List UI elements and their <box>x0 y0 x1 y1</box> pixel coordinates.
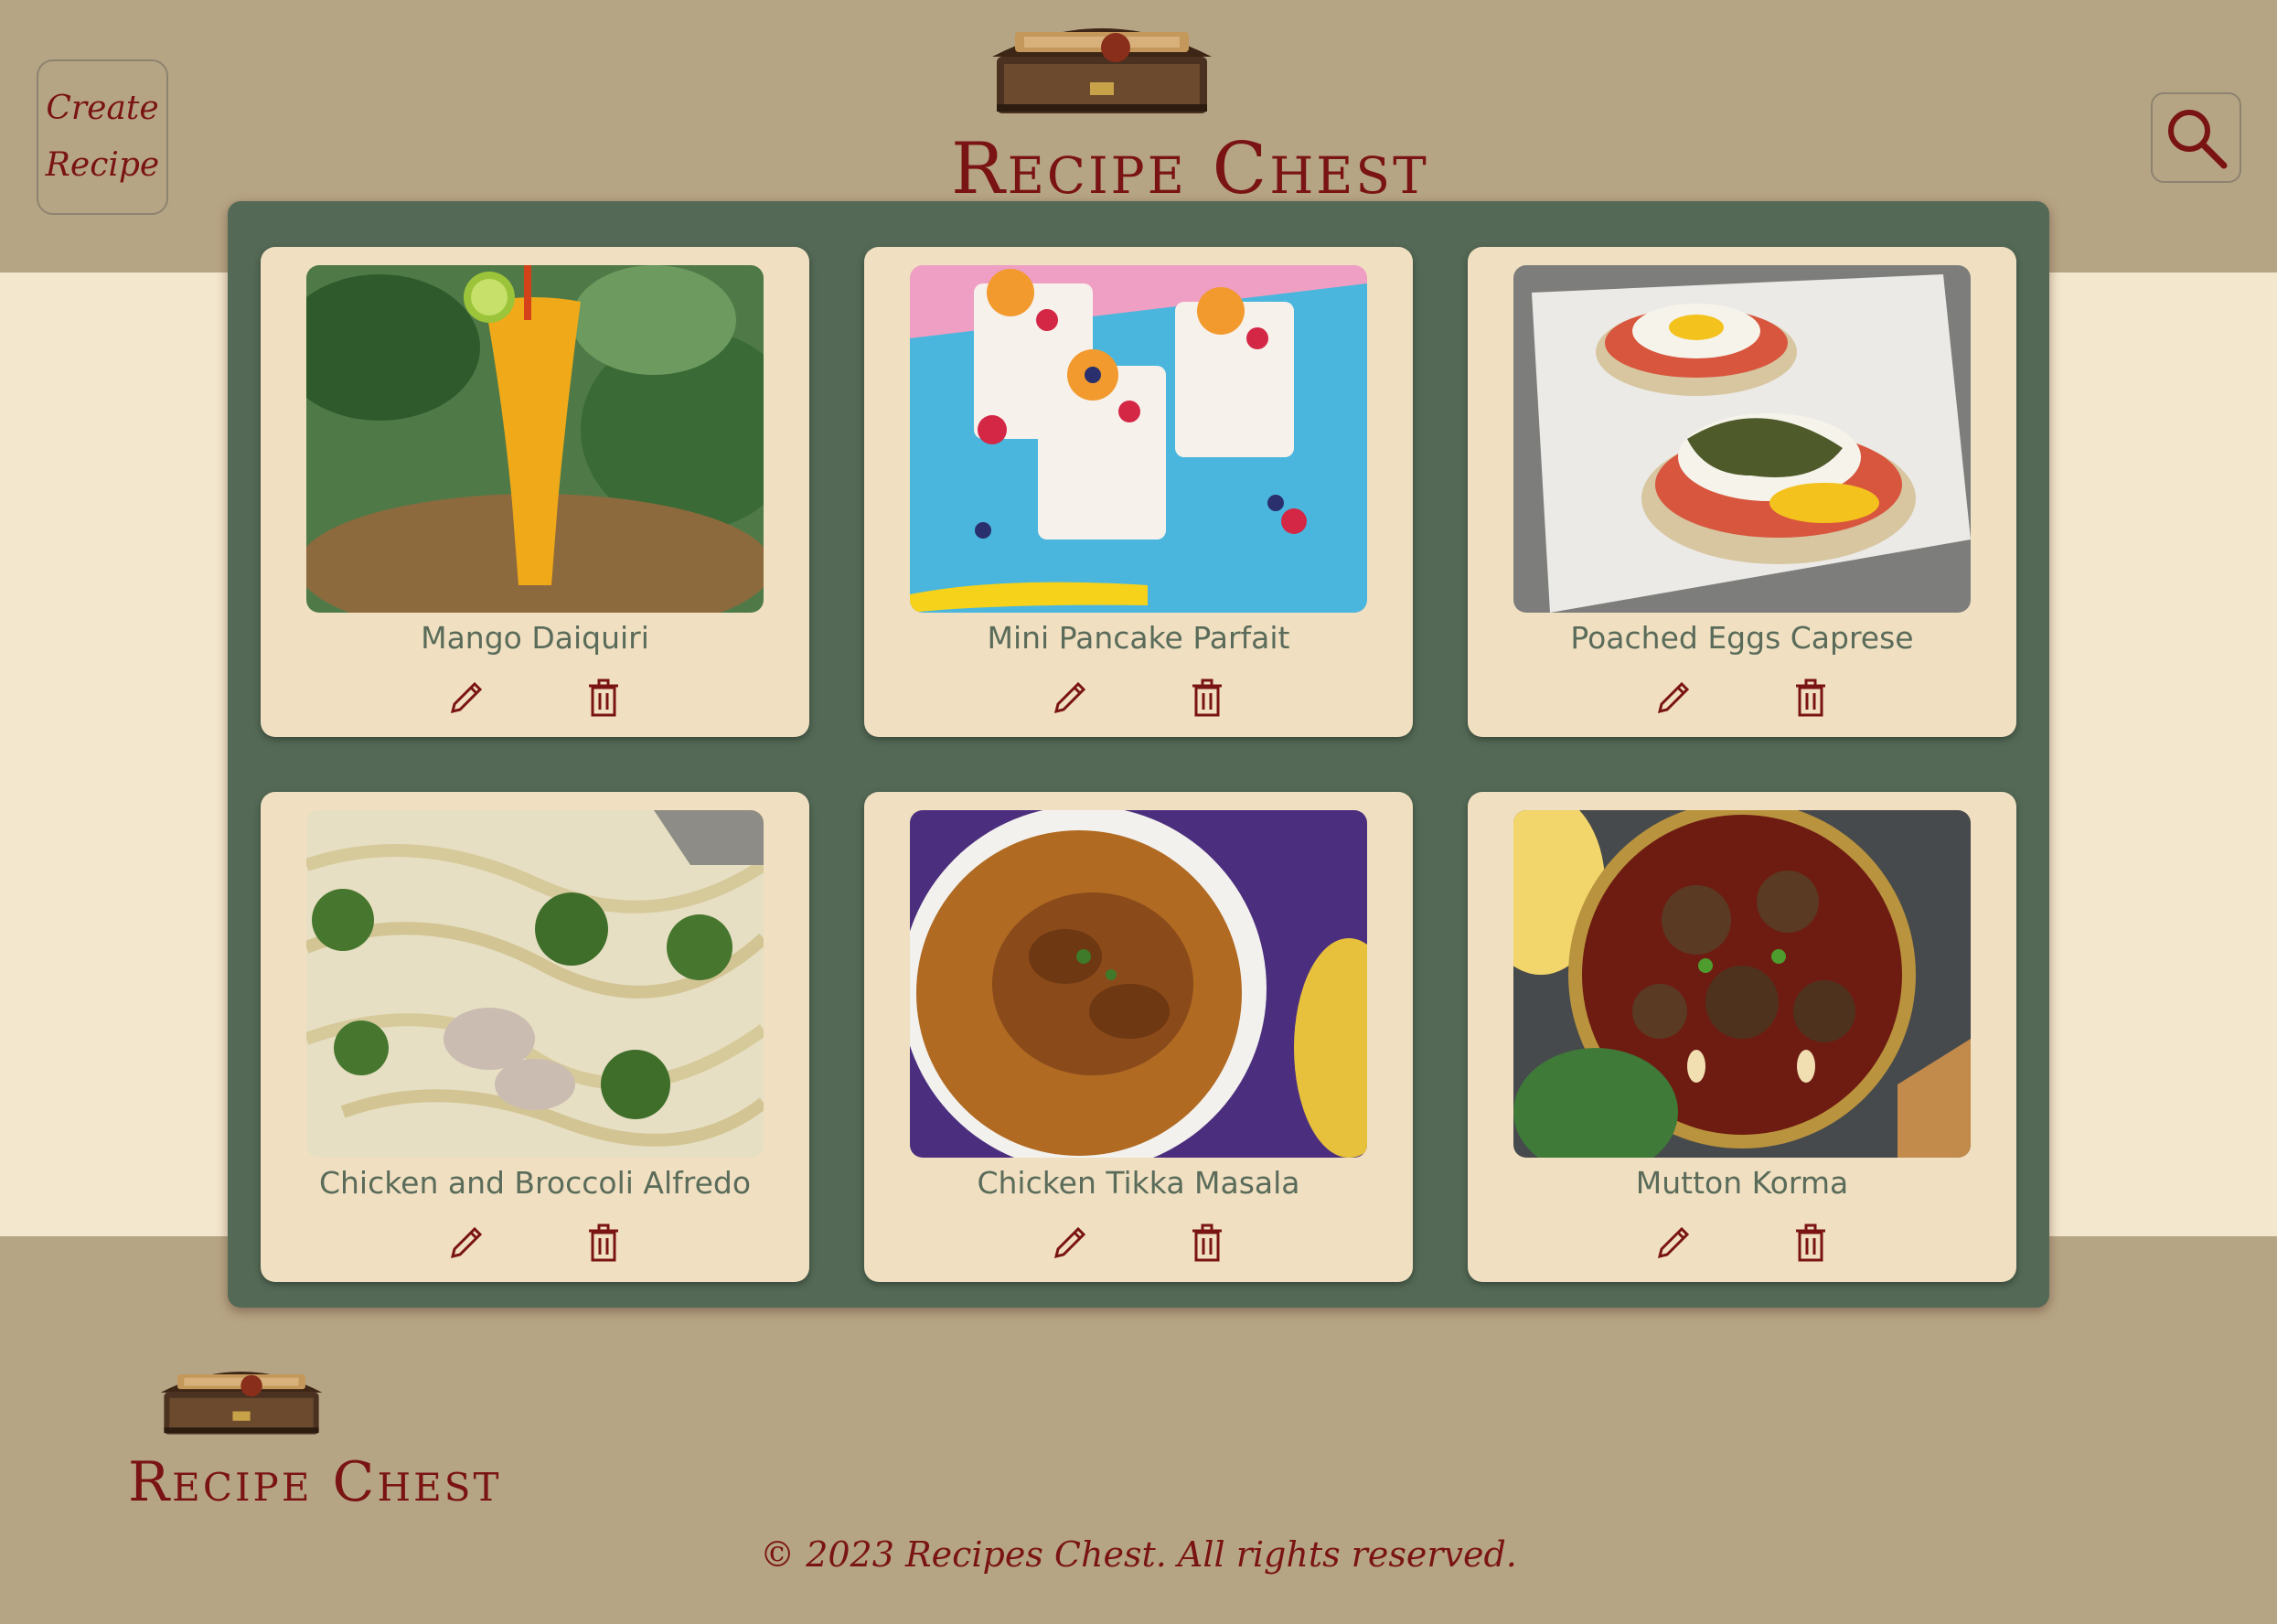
trash-icon[interactable] <box>1184 675 1230 721</box>
search-icon <box>2167 109 2227 168</box>
copyright-text: © 2023 Recipes Chest. All rights reserve… <box>760 1534 1517 1575</box>
create-recipe-button[interactable]: Create Recipe <box>37 59 168 215</box>
footer-brand-title[interactable]: Recipe Chest <box>128 1450 502 1514</box>
treasure-chest-icon[interactable] <box>988 9 1216 117</box>
recipe-image[interactable] <box>1513 810 1971 1158</box>
pencil-icon[interactable] <box>1651 1220 1696 1266</box>
recipe-image[interactable] <box>1513 265 1971 613</box>
pencil-icon[interactable] <box>1047 1220 1093 1266</box>
recipe-title[interactable]: Chicken and Broccoli Alfredo <box>261 1165 809 1201</box>
recipe-image[interactable] <box>306 265 764 613</box>
recipe-image[interactable] <box>910 265 1367 613</box>
pencil-icon[interactable] <box>444 1220 489 1266</box>
recipe-card[interactable]: Chicken Tikka Masala <box>864 792 1413 1282</box>
recipe-card[interactable]: Poached Eggs Caprese <box>1468 247 2016 737</box>
pencil-icon[interactable] <box>1651 675 1696 721</box>
trash-icon[interactable] <box>581 675 626 721</box>
recipe-card[interactable]: Mango Daiquiri <box>261 247 809 737</box>
brand-title[interactable]: Recipe Chest <box>951 128 1429 210</box>
recipe-title[interactable]: Poached Eggs Caprese <box>1468 620 2016 656</box>
treasure-chest-icon[interactable] <box>157 1353 326 1441</box>
recipe-grid: Mango Daiquiri Mini Pancake Parfait Poac… <box>228 201 2049 1308</box>
trash-icon[interactable] <box>1788 1220 1833 1266</box>
recipe-title[interactable]: Mutton Korma <box>1468 1165 2016 1201</box>
create-recipe-label-1: Create <box>46 90 159 127</box>
recipe-title[interactable]: Chicken Tikka Masala <box>864 1165 1413 1201</box>
recipe-title[interactable]: Mini Pancake Parfait <box>864 620 1413 656</box>
recipe-image[interactable] <box>910 810 1367 1158</box>
trash-icon[interactable] <box>1184 1220 1230 1266</box>
recipe-card[interactable]: Mutton Korma <box>1468 792 2016 1282</box>
recipe-card[interactable]: Chicken and Broccoli Alfredo <box>261 792 809 1282</box>
search-button[interactable] <box>2151 92 2241 183</box>
trash-icon[interactable] <box>581 1220 626 1266</box>
pencil-icon[interactable] <box>1047 675 1093 721</box>
pencil-icon[interactable] <box>444 675 489 721</box>
trash-icon[interactable] <box>1788 675 1833 721</box>
recipe-image[interactable] <box>306 810 764 1158</box>
recipe-card[interactable]: Mini Pancake Parfait <box>864 247 1413 737</box>
create-recipe-label-2: Recipe <box>45 146 160 184</box>
recipe-title[interactable]: Mango Daiquiri <box>261 620 809 656</box>
